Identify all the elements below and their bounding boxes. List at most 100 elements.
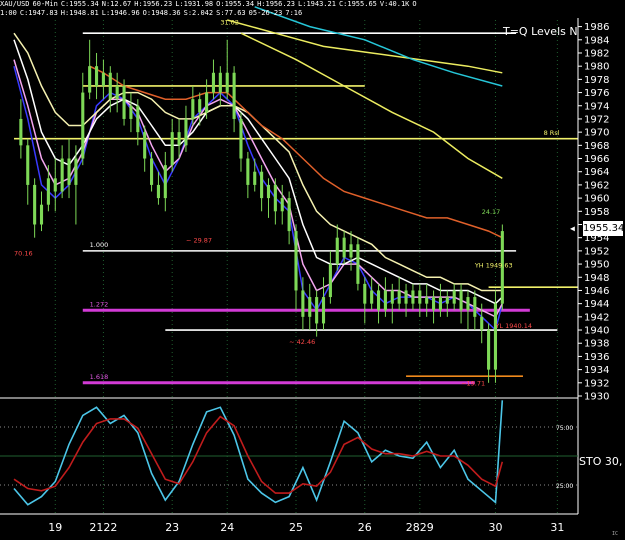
- level-annotation: 24.17: [482, 208, 501, 216]
- price-tick-label: 1982: [584, 48, 609, 59]
- candle-body: [232, 72, 236, 119]
- price-tick-label: 1952: [584, 246, 609, 257]
- candle-body: [143, 132, 147, 159]
- chart-title: T=Q Levels N: [503, 25, 578, 38]
- candle-body: [418, 290, 422, 304]
- quote-item-6: L:1943.21: [298, 0, 336, 8]
- price-pointer-icon: ◀: [570, 224, 575, 233]
- candle-body: [390, 290, 394, 304]
- price-tick-label: 1946: [584, 286, 609, 297]
- candle-body: [356, 244, 360, 284]
- stochastic-label: STO 30,: [579, 455, 623, 468]
- candle-body: [315, 297, 319, 324]
- ohlc-item-0: 1:00: [0, 9, 17, 17]
- price-tick-label: 1980: [584, 62, 609, 73]
- corner-label: IC: [612, 531, 619, 537]
- date-tick-label: 26: [358, 521, 372, 534]
- candle-body: [383, 290, 387, 311]
- ohlc-item-3: L:1946.96: [101, 9, 140, 17]
- candle-body: [184, 118, 188, 146]
- date-tick-label: 2829: [406, 521, 434, 534]
- candle-body: [108, 72, 112, 100]
- candle-body: [411, 290, 415, 304]
- price-tick-label: 1940: [584, 326, 609, 337]
- candle-body: [225, 72, 229, 93]
- date-tick-label: 31: [550, 521, 564, 534]
- date-tick-label: 24: [220, 521, 234, 534]
- quote-item-4: O:1955.34: [216, 0, 255, 8]
- candle-body: [81, 92, 85, 159]
- date-tick-label: 2122: [89, 521, 117, 534]
- candle-body: [246, 158, 250, 185]
- price-candles: [19, 39, 504, 383]
- candle-body: [370, 290, 374, 304]
- price-tick-label: 1942: [584, 312, 609, 323]
- candle-body: [287, 198, 291, 232]
- candle-body: [239, 118, 243, 159]
- ohlc-item-1: C:1947.83: [19, 9, 58, 17]
- level-annotation: ~ 29.87: [186, 236, 212, 244]
- ohlc-item-8: 7:16: [285, 9, 303, 17]
- quote-item-9: O: [412, 0, 417, 8]
- candle-body: [466, 297, 470, 311]
- candle-body: [349, 244, 353, 258]
- sto-line-slow: [13, 415, 504, 494]
- price-tick-label: 1932: [584, 378, 609, 389]
- date-axis: 19 2122 23 24 25 26 2829 30 31: [48, 521, 564, 534]
- candle-body: [397, 290, 401, 304]
- candle-body: [432, 297, 436, 311]
- symbol-label: XAU/USD: [0, 0, 30, 8]
- quote-item-0: C:1955.34: [60, 0, 99, 8]
- moving-average-lines: [13, 6, 504, 332]
- date-tick-label: 25: [289, 521, 303, 534]
- candle-body: [321, 297, 326, 324]
- candle-body: [280, 198, 284, 212]
- candle-body: [198, 99, 202, 113]
- candle-body: [88, 66, 92, 93]
- candle-body: [452, 290, 456, 304]
- candle-body: [363, 283, 367, 304]
- candle-body: [404, 290, 408, 304]
- last-price-badge: 1955.34: [583, 221, 625, 236]
- candle-body: [328, 264, 332, 298]
- price-tick-label: 1984: [584, 35, 609, 46]
- candle-body: [273, 184, 277, 212]
- stochastic-panel: 75.00 25.00: [0, 400, 578, 506]
- price-tick-label: 1944: [584, 299, 609, 310]
- candle-body: [487, 330, 491, 370]
- ohlc-item-4: O:1948.36: [142, 9, 181, 17]
- quote-item-3: L:1931.98: [175, 0, 214, 8]
- price-tick-label: 1958: [584, 207, 609, 218]
- price-tick-label: 1930: [584, 392, 609, 403]
- price-tick-label: 1936: [584, 352, 609, 363]
- candle-body: [170, 132, 174, 166]
- candle-body: [60, 158, 64, 192]
- candle-body: [260, 171, 264, 199]
- quote-item-2: H:1956.23: [134, 0, 173, 8]
- price-tick-label: 1974: [584, 101, 609, 112]
- quote-item-8: V:40.1K: [379, 0, 410, 8]
- quote-item-1: N:12.67: [101, 0, 132, 8]
- price-tick-label: 1976: [584, 88, 609, 99]
- price-tick-label: 1960: [584, 194, 609, 205]
- candle-body: [101, 72, 105, 86]
- chart-canvas: 31.02 8 Rsl 24.17 70.16 ~ 29.87 1.000 YH 1949.…: [0, 6, 609, 534]
- ma-line-ma_yellow_2: [240, 32, 503, 179]
- candle-body: [211, 72, 216, 93]
- quote-item-5: H:1956.23: [257, 0, 296, 8]
- candle-body: [294, 231, 298, 291]
- price-tick-label: 1948: [584, 273, 609, 284]
- level-annotation: 1.272: [90, 300, 109, 308]
- candle-body: [129, 105, 133, 119]
- price-tick-label: 1970: [584, 128, 609, 139]
- date-tick-label: 19: [48, 521, 62, 534]
- candle-body: [480, 316, 484, 331]
- level-annotation: 70.16: [14, 249, 33, 257]
- candle-body: [266, 184, 271, 199]
- candle-body: [205, 92, 209, 113]
- price-tick-label: 1986: [584, 22, 609, 33]
- candle-body: [342, 237, 346, 258]
- candle-body: [46, 178, 50, 205]
- candle-body: [218, 72, 222, 93]
- ohlc-header: 1:00 C:1947.83 H:1948.81 L:1946.96 O:1948.36…: [0, 9, 308, 17]
